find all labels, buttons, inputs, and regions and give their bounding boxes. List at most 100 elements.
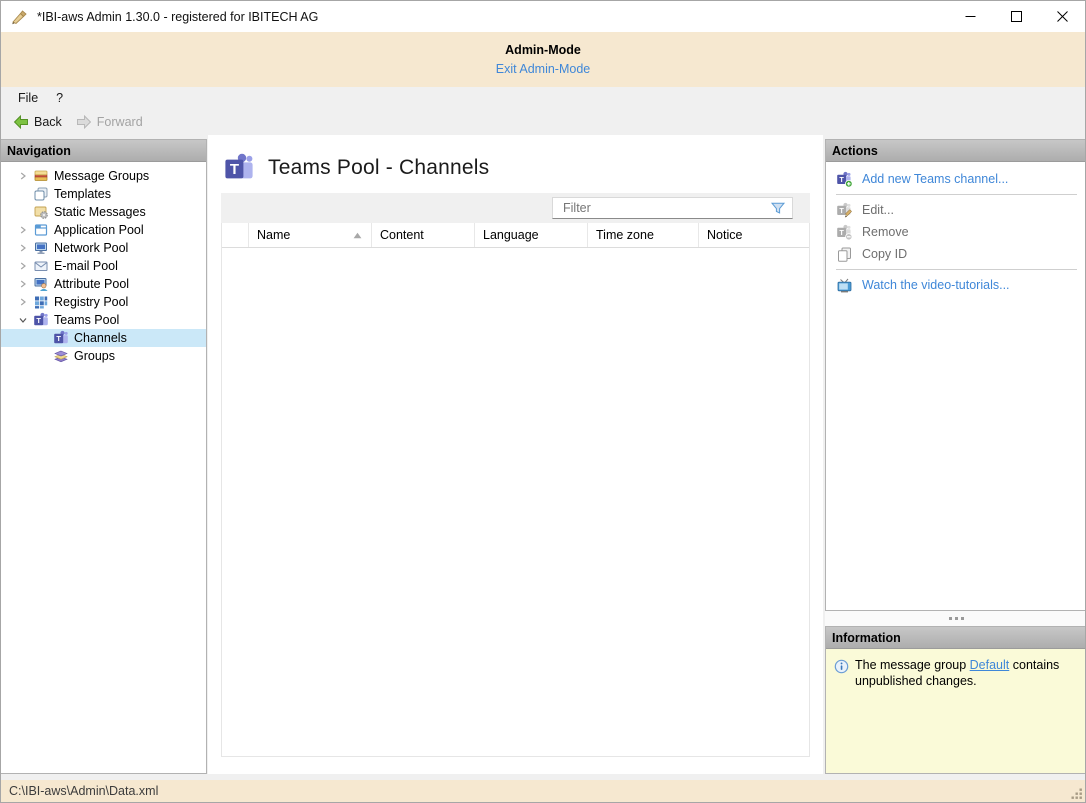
network-pool-icon	[33, 240, 49, 256]
remove-action[interactable]: T Remove	[826, 221, 1086, 243]
teams-channels-icon: T	[53, 330, 69, 346]
column-label: Notice	[707, 228, 742, 242]
chevron-right-icon[interactable]	[15, 298, 31, 306]
close-button[interactable]	[1039, 1, 1085, 32]
menu-file[interactable]: File	[9, 89, 47, 107]
chevron-right-icon[interactable]	[15, 172, 31, 180]
edit-action[interactable]: T Edit...	[826, 199, 1086, 221]
action-label: Add new Teams channel...	[862, 172, 1008, 186]
filter-placeholder: Filter	[563, 201, 770, 215]
info-text-before: The message group	[855, 658, 970, 672]
nav-item-application-pool[interactable]: Application Pool	[1, 221, 206, 239]
info-icon	[834, 659, 849, 674]
column-header-timezone[interactable]: Time zone	[588, 223, 699, 247]
nav-item-registry-pool[interactable]: Registry Pool	[1, 293, 206, 311]
app-window: *IBI-aws Admin 1.30.0 - registered for I…	[0, 0, 1086, 803]
nav-item-label: Network Pool	[54, 241, 128, 255]
templates-icon	[33, 186, 49, 202]
email-pool-icon	[33, 258, 49, 274]
nav-item-network-pool[interactable]: Network Pool	[1, 239, 206, 257]
app-icon	[10, 8, 28, 26]
content-panel: T Teams Pool - Channels Filter Name	[208, 135, 823, 774]
action-label: Copy ID	[862, 247, 907, 261]
add-teams-channel-icon: T	[836, 171, 853, 188]
remove-teams-channel-icon: T	[836, 224, 853, 241]
window-controls	[947, 1, 1085, 32]
actions-separator	[836, 194, 1077, 195]
navigation-panel: Navigation Message Groups	[1, 139, 207, 774]
svg-text:T: T	[839, 174, 844, 183]
copy-id-action[interactable]: Copy ID	[826, 243, 1086, 265]
actions-panel: Actions T Add new Teams channel...	[825, 139, 1086, 611]
teams-icon: T	[223, 152, 255, 184]
column-header-notice[interactable]: Notice	[699, 223, 809, 247]
svg-text:T: T	[36, 316, 41, 325]
message-groups-icon	[33, 168, 49, 184]
nav-item-label: Static Messages	[54, 205, 146, 219]
nav-item-static-messages[interactable]: Static Messages	[1, 203, 206, 221]
navigation-panel-header: Navigation	[1, 140, 206, 162]
exit-admin-mode-link[interactable]: Exit Admin-Mode	[496, 62, 590, 76]
admin-mode-title: Admin-Mode	[1, 32, 1085, 57]
navigation-tree: Message Groups Templates	[1, 162, 206, 365]
action-label: Edit...	[862, 203, 894, 217]
nav-item-message-groups[interactable]: Message Groups	[1, 167, 206, 185]
forward-label: Forward	[97, 115, 143, 129]
nav-item-label: Templates	[54, 187, 111, 201]
nav-item-label: Attribute Pool	[54, 277, 129, 291]
chevron-right-icon[interactable]	[15, 280, 31, 288]
application-pool-icon	[33, 222, 49, 238]
back-button[interactable]: Back	[6, 112, 69, 132]
registry-pool-icon	[33, 294, 49, 310]
column-label: Time zone	[596, 228, 654, 242]
filter-funnel-icon[interactable]	[770, 200, 786, 216]
information-body: The message group Default contains unpub…	[826, 649, 1086, 689]
nav-item-templates[interactable]: Templates	[1, 185, 206, 203]
information-message: The message group Default contains unpub…	[855, 658, 1065, 689]
resize-grip-icon[interactable]	[1070, 787, 1083, 800]
column-header-lead[interactable]	[222, 223, 249, 247]
nav-item-channels[interactable]: T Channels	[1, 329, 206, 347]
back-arrow-icon	[13, 114, 29, 130]
maximize-button[interactable]	[993, 1, 1039, 32]
nav-item-email-pool[interactable]: E-mail Pool	[1, 257, 206, 275]
nav-item-attribute-pool[interactable]: Attribute Pool	[1, 275, 206, 293]
default-message-group-link[interactable]: Default	[970, 658, 1010, 672]
chevron-right-icon[interactable]	[15, 226, 31, 234]
nav-item-label: Registry Pool	[54, 295, 128, 309]
svg-text:T: T	[839, 227, 844, 236]
column-header-language[interactable]: Language	[475, 223, 588, 247]
nav-item-label: Application Pool	[54, 223, 144, 237]
information-panel: Information The message group Default co…	[825, 626, 1086, 774]
chevron-right-icon[interactable]	[15, 244, 31, 252]
forward-button[interactable]: Forward	[69, 112, 150, 132]
menu-help[interactable]: ?	[47, 89, 72, 107]
page-title-row: T Teams Pool - Channels	[223, 152, 489, 184]
column-label: Content	[380, 228, 424, 242]
nav-item-label: Channels	[74, 331, 127, 345]
table-body-empty[interactable]	[222, 248, 809, 756]
watch-video-tutorials-action[interactable]: Watch the video-tutorials...	[826, 274, 1086, 296]
chevron-right-icon[interactable]	[15, 262, 31, 270]
nav-item-teams-pool[interactable]: T Teams Pool	[1, 311, 206, 329]
add-teams-channel-action[interactable]: T Add new Teams channel...	[826, 168, 1086, 190]
nav-item-groups[interactable]: Groups	[1, 347, 206, 365]
information-panel-header: Information	[826, 627, 1086, 649]
navigation-toolbar: Back Forward	[1, 109, 1085, 135]
teams-groups-icon	[53, 348, 69, 364]
column-header-content[interactable]: Content	[372, 223, 475, 247]
teams-pool-icon: T	[33, 312, 49, 328]
nav-item-label: E-mail Pool	[54, 259, 118, 273]
channels-table: Name Content Language Time zone Notice	[221, 223, 810, 757]
status-bar: C:\IBI-aws\Admin\Data.xml	[1, 780, 1085, 802]
status-file-path: C:\IBI-aws\Admin\Data.xml	[9, 784, 158, 798]
table-header-row: Name Content Language Time zone Notice	[222, 223, 809, 248]
static-messages-icon	[33, 204, 49, 220]
filter-input[interactable]: Filter	[552, 197, 793, 219]
chevron-down-icon[interactable]	[15, 316, 31, 324]
minimize-button[interactable]	[947, 1, 993, 32]
menu-bar: File ?	[1, 87, 1085, 109]
column-header-name[interactable]: Name	[249, 223, 372, 247]
panel-splitter[interactable]	[825, 611, 1086, 626]
column-label: Language	[483, 228, 539, 242]
